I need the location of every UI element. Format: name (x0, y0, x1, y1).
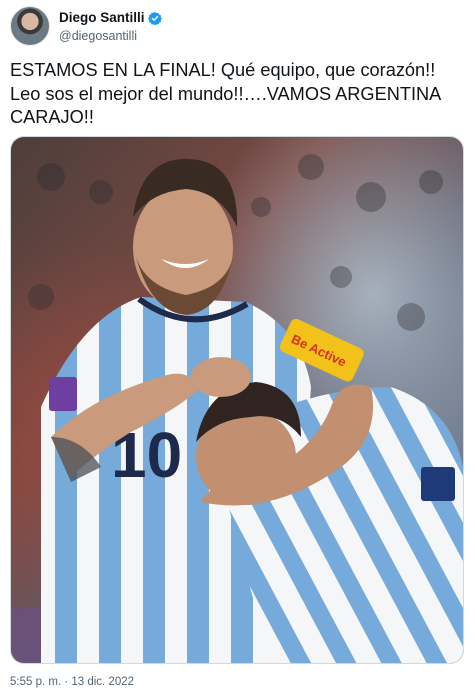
afa-patch-icon (421, 467, 455, 501)
world-cup-badge-icon (49, 377, 77, 411)
name-row: Diego Santilli (59, 9, 162, 26)
celebration-photo: 10 Be Active (11, 137, 463, 663)
author-names: Diego Santilli @diegosantilli (59, 9, 162, 43)
author-display-name[interactable]: Diego Santilli (59, 10, 145, 25)
verified-badge-icon (147, 11, 162, 26)
author-avatar[interactable] (10, 6, 50, 46)
author-handle[interactable]: @diegosantilli (59, 29, 162, 43)
tweet-header: Diego Santilli @diegosantilli (10, 6, 465, 48)
tweet-photo[interactable]: 10 Be Active (10, 136, 464, 664)
tweet-text: ESTAMOS EN LA FINAL! Qué equipo, que cor… (10, 60, 442, 127)
tweet-timestamp[interactable]: 5:55 p. m. · 13 dic. 2022 (10, 676, 134, 688)
